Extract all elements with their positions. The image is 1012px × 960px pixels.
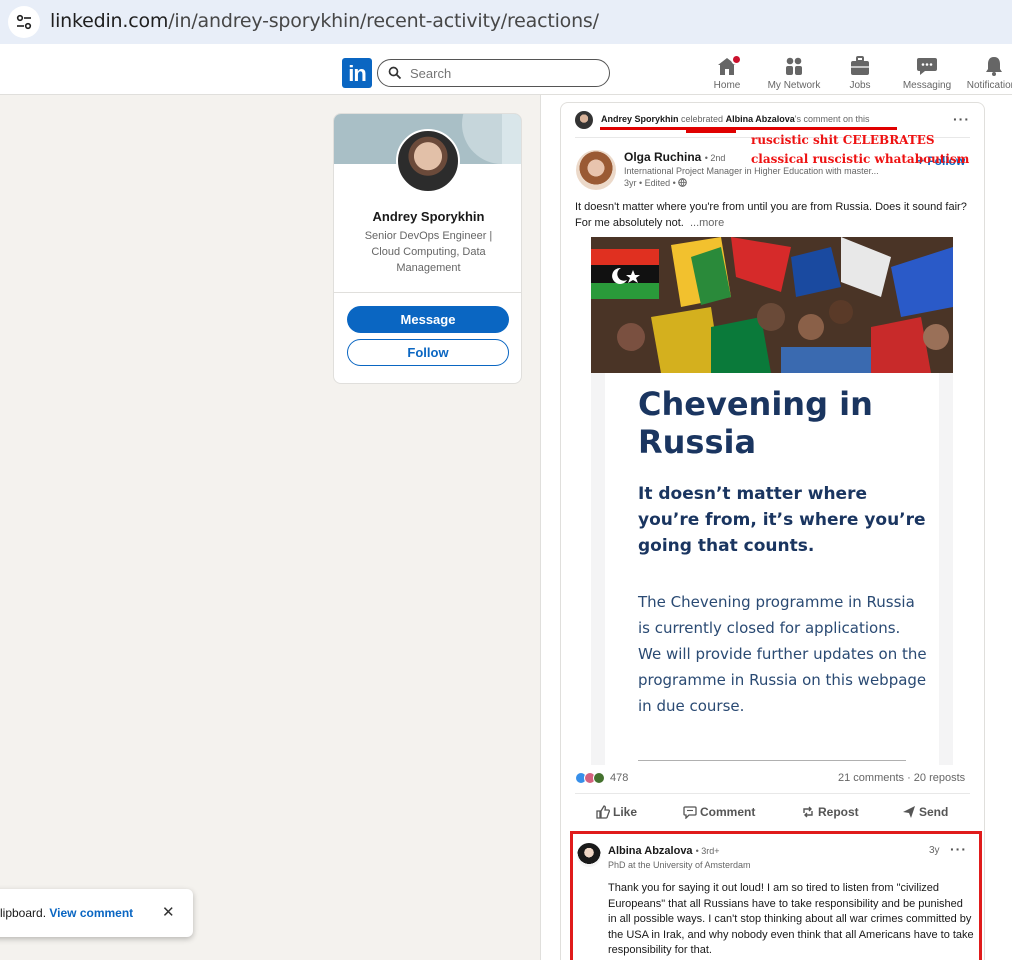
repost-label: Repost (818, 805, 859, 819)
search-icon (388, 66, 402, 80)
nav-jobs-label: Jobs (849, 80, 871, 91)
send-label: Send (919, 805, 949, 819)
document-subtitle: It doesn’t matter where you’re from, it’… (638, 484, 926, 556)
nav-home-label: Home (713, 80, 741, 91)
divider (575, 793, 970, 794)
author-avatar[interactable] (576, 150, 616, 190)
notification-badge (731, 54, 742, 65)
nav-jobs[interactable]: Jobs (840, 54, 880, 92)
annotation-text: ruscistic shit CELEBRATES classical rusc… (751, 131, 969, 169)
search-box[interactable] (377, 59, 610, 87)
site-info-button[interactable] (8, 6, 40, 38)
document-body: The Chevening programme in Russia is cur… (638, 593, 927, 715)
activity-suffix: 's comment on this (794, 114, 870, 124)
briefcase-icon (851, 56, 869, 75)
commenter-name[interactable]: Albina Abzalova (608, 845, 693, 857)
tune-icon (16, 14, 32, 30)
post-time: 3yr • Edited • (624, 178, 688, 188)
close-icon[interactable]: ✕ (162, 903, 175, 921)
toast-message: lipboard. View comment (0, 906, 133, 920)
comment-text: Thank you for saying it out loud! I am s… (608, 882, 974, 956)
profile-name[interactable]: Andrey Sporykhin (334, 209, 521, 224)
target-name[interactable]: Albina Abzalova (726, 114, 795, 124)
repost-icon (803, 806, 813, 818)
send-icon (903, 806, 915, 818)
more-options-icon[interactable]: ··· (953, 111, 970, 127)
toast-text: lipboard. (0, 906, 47, 920)
nav-my-network[interactable]: My Network (764, 54, 824, 92)
profile-avatar[interactable] (396, 129, 460, 193)
follow-button[interactable]: Follow (347, 339, 509, 366)
divider (638, 760, 906, 761)
url-path: /in/andrey-sporykhin/recent-activity/rea… (168, 10, 599, 32)
author-name-line: Olga Ruchina • 2nd (624, 150, 725, 164)
people-icon (786, 57, 802, 75)
banner-stripe (502, 114, 521, 164)
annotation-underline (600, 127, 897, 130)
activity-verb: celebrated (681, 114, 724, 124)
nav-home[interactable]: Home (706, 54, 748, 92)
nav-messaging[interactable]: Messaging (898, 54, 956, 92)
see-more-link[interactable]: ...more (690, 217, 724, 229)
nav-messaging-label: Messaging (902, 80, 952, 91)
globe-icon (678, 178, 688, 187)
reactions-count[interactable]: 478 (610, 772, 628, 784)
document-title: Chevening in Russia (638, 385, 873, 461)
post-body: It doesn't matter where you're from unti… (575, 201, 967, 229)
commenter-degree: • 3rd+ (695, 846, 720, 856)
view-comment-link[interactable]: View comment (49, 906, 133, 920)
author-name[interactable]: Olga Ruchina (624, 150, 701, 164)
annotation-underline (686, 130, 736, 133)
like-label: Like (613, 805, 638, 819)
activity-header-text: Andrey Sporykhin celebrated Albina Abzal… (601, 114, 870, 124)
annotation-line-1: ruscistic shit CELEBRATES (751, 133, 935, 147)
commenter-title: PhD at the University of Amsterdam (608, 860, 751, 870)
comment-icon (683, 806, 697, 819)
annotation-line-2: classical ruscistic whataboutism (751, 152, 970, 166)
nav-notifications[interactable]: Notifications (964, 54, 1012, 92)
comments-reposts-count[interactable]: 21 comments · 20 reposts (838, 772, 965, 784)
url-text[interactable]: linkedin.com/in/andrey-sporykhin/recent-… (50, 10, 599, 32)
nav-my-network-label: My Network (767, 80, 821, 91)
commenter-avatar[interactable] (577, 843, 601, 867)
comment-time: 3y (929, 845, 940, 856)
message-button[interactable]: Message (347, 306, 509, 333)
support-reaction-icon (593, 772, 605, 784)
thumbs-up-icon (596, 805, 610, 819)
chat-icon (917, 58, 937, 75)
divider (334, 292, 521, 293)
crowd-flags-image (591, 237, 953, 373)
nav-notifications-label: Notifications (966, 80, 1012, 91)
post-time-text: 3yr • Edited • (624, 178, 676, 188)
browser-address-bar: linkedin.com/in/andrey-sporykhin/recent-… (0, 0, 1012, 44)
url-host: linkedin.com (50, 10, 169, 32)
bell-icon (986, 57, 1002, 76)
search-input[interactable] (410, 64, 600, 82)
profile-card: Andrey Sporykhin Senior DevOps Engineer … (333, 113, 522, 384)
top-nav: in Home My Network (0, 44, 1012, 95)
post-document[interactable]: Chevening in Russia It doesn’t matter wh… (591, 373, 953, 765)
comment-more-options-icon[interactable]: ··· (950, 841, 967, 857)
actor-avatar[interactable] (575, 111, 593, 129)
toast-notification: lipboard. View comment ✕ (0, 889, 193, 937)
author-degree: • 2nd (704, 153, 726, 163)
comment-label: Comment (700, 805, 756, 819)
linkedin-logo[interactable]: in (342, 58, 372, 88)
profile-headline: Senior DevOps Engineer | Cloud Computing… (364, 230, 493, 274)
actor-name[interactable]: Andrey Sporykhin (601, 114, 679, 124)
post-image[interactable] (591, 237, 953, 373)
post-text: It doesn't matter where you're from unti… (575, 199, 970, 231)
commenter-name-line: Albina Abzalova • 3rd+ (608, 845, 720, 857)
